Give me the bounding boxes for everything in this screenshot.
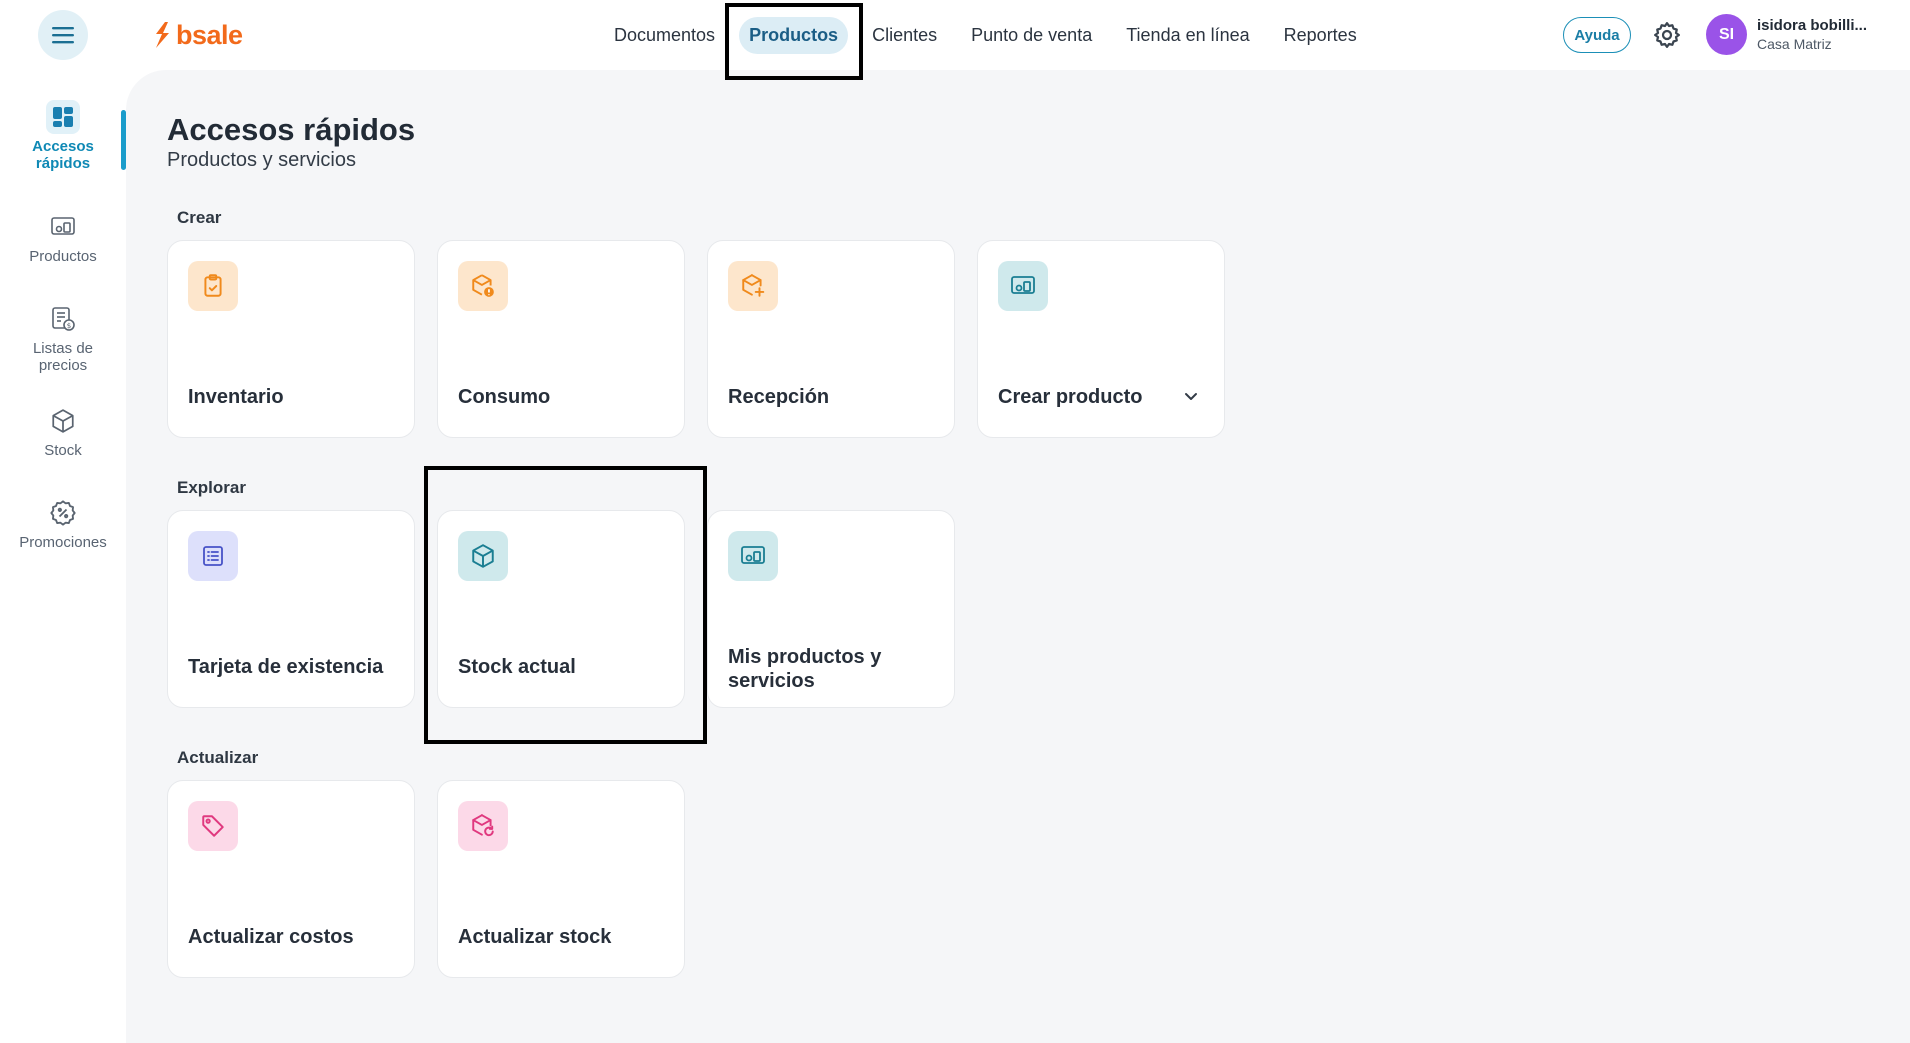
sidebar-item-label: Stock (44, 442, 82, 459)
sidebar-item-label: Productos (29, 248, 97, 265)
card-mis-productos-y-servicios[interactable]: Mis productos y servicios (707, 510, 955, 708)
sidebar-item-accesos-rapidos[interactable]: Accesos rápidos (0, 90, 126, 190)
card-tarjeta-de-existencia[interactable]: Tarjeta de existencia (167, 510, 415, 708)
card-label: Recepción (728, 386, 830, 408)
nav-tienda-en-linea[interactable]: Tienda en línea (1116, 17, 1259, 54)
card-actualizar-costos[interactable]: Actualizar costos (167, 780, 415, 978)
nav-punto-de-venta[interactable]: Punto de venta (961, 17, 1102, 54)
section-actualizar-label: Actualizar (177, 748, 259, 767)
dashboard-icon (46, 100, 80, 134)
card-label: Actualizar stock (458, 926, 612, 948)
chevron-down-icon[interactable] (1182, 387, 1200, 405)
logo-text: bsale (176, 19, 243, 50)
discount-badge-icon (46, 496, 80, 530)
avatar: SI (1706, 14, 1747, 55)
user-info: isidora bobilli... Casa Matriz (1757, 17, 1867, 53)
card-label: Tarjeta de existencia (188, 656, 384, 678)
products-icon (728, 531, 778, 581)
sidebar-item-stock[interactable]: Stock (0, 384, 126, 476)
card-label: Inventario (188, 386, 284, 408)
card-label: Mis productos y servicios (728, 646, 882, 692)
user-menu[interactable]: SI isidora bobilli... Casa Matriz (1706, 14, 1867, 55)
box-alert-icon (458, 261, 508, 311)
sidebar-item-label: Promociones (19, 534, 107, 551)
card-actualizar-stock[interactable]: Actualizar stock (437, 780, 685, 978)
nav-productos[interactable]: Productos (739, 16, 849, 54)
card-inventario[interactable]: Inventario (167, 240, 415, 438)
products-icon (998, 261, 1048, 311)
menu-button[interactable] (38, 10, 88, 60)
card-label: Actualizar costos (188, 926, 354, 948)
box-icon (458, 531, 508, 581)
sidebar-item-productos[interactable]: Productos (0, 190, 126, 282)
products-icon (46, 210, 80, 244)
bsale-logo-icon (156, 22, 169, 48)
sidebar-item-listas-de-precios[interactable]: $ Listas de precios (0, 282, 126, 384)
nav-documentos[interactable]: Documentos (604, 17, 725, 54)
sidebar-item-label: Listas de precios (32, 340, 94, 374)
help-button[interactable]: Ayuda (1563, 17, 1631, 53)
nav-clientes[interactable]: Clientes (862, 17, 947, 54)
card-label: Crear producto (998, 386, 1143, 408)
card-label: Stock actual (458, 656, 576, 678)
card-consumo[interactable]: Consumo (437, 240, 685, 438)
section-crear-label: Crear (177, 208, 222, 227)
tag-icon (188, 801, 238, 851)
page-title: Accesos rápidos (167, 112, 416, 147)
main-nav: Documentos Productos Clientes Punto de v… (604, 14, 1367, 56)
sidebar: Accesos rápidos Productos $ Listas de pr… (0, 90, 126, 568)
bsale-logo[interactable]: bsale (152, 18, 243, 52)
hamburger-icon (52, 27, 74, 44)
box-plus-icon (728, 261, 778, 311)
sidebar-item-label: Accesos rápidos (32, 138, 94, 172)
card-recepcion[interactable]: Recepción (707, 240, 955, 438)
section-explorar-label: Explorar (177, 478, 246, 497)
box-icon (46, 404, 80, 438)
top-bar: bsale Documentos Productos Clientes Punt… (0, 0, 1910, 70)
page-subtitle: Productos y servicios (167, 149, 356, 171)
sidebar-item-promociones[interactable]: Promociones (0, 476, 126, 568)
user-name: isidora bobilli... (1757, 16, 1868, 34)
user-branch: Casa Matriz (1757, 35, 1832, 52)
card-label: Consumo (458, 386, 551, 408)
list-card-icon (188, 531, 238, 581)
card-crear-producto[interactable]: Crear producto (977, 240, 1225, 438)
gear-icon[interactable] (1652, 20, 1682, 50)
nav-reportes[interactable]: Reportes (1274, 17, 1367, 54)
clipboard-check-icon (188, 261, 238, 311)
box-refresh-icon (458, 801, 508, 851)
main-panel: Accesos rápidos Productos y servicios Cr… (126, 70, 1910, 1043)
card-stock-actual[interactable]: Stock actual (437, 510, 685, 708)
price-list-icon: $ (46, 302, 80, 336)
svg-text:$: $ (67, 322, 71, 330)
